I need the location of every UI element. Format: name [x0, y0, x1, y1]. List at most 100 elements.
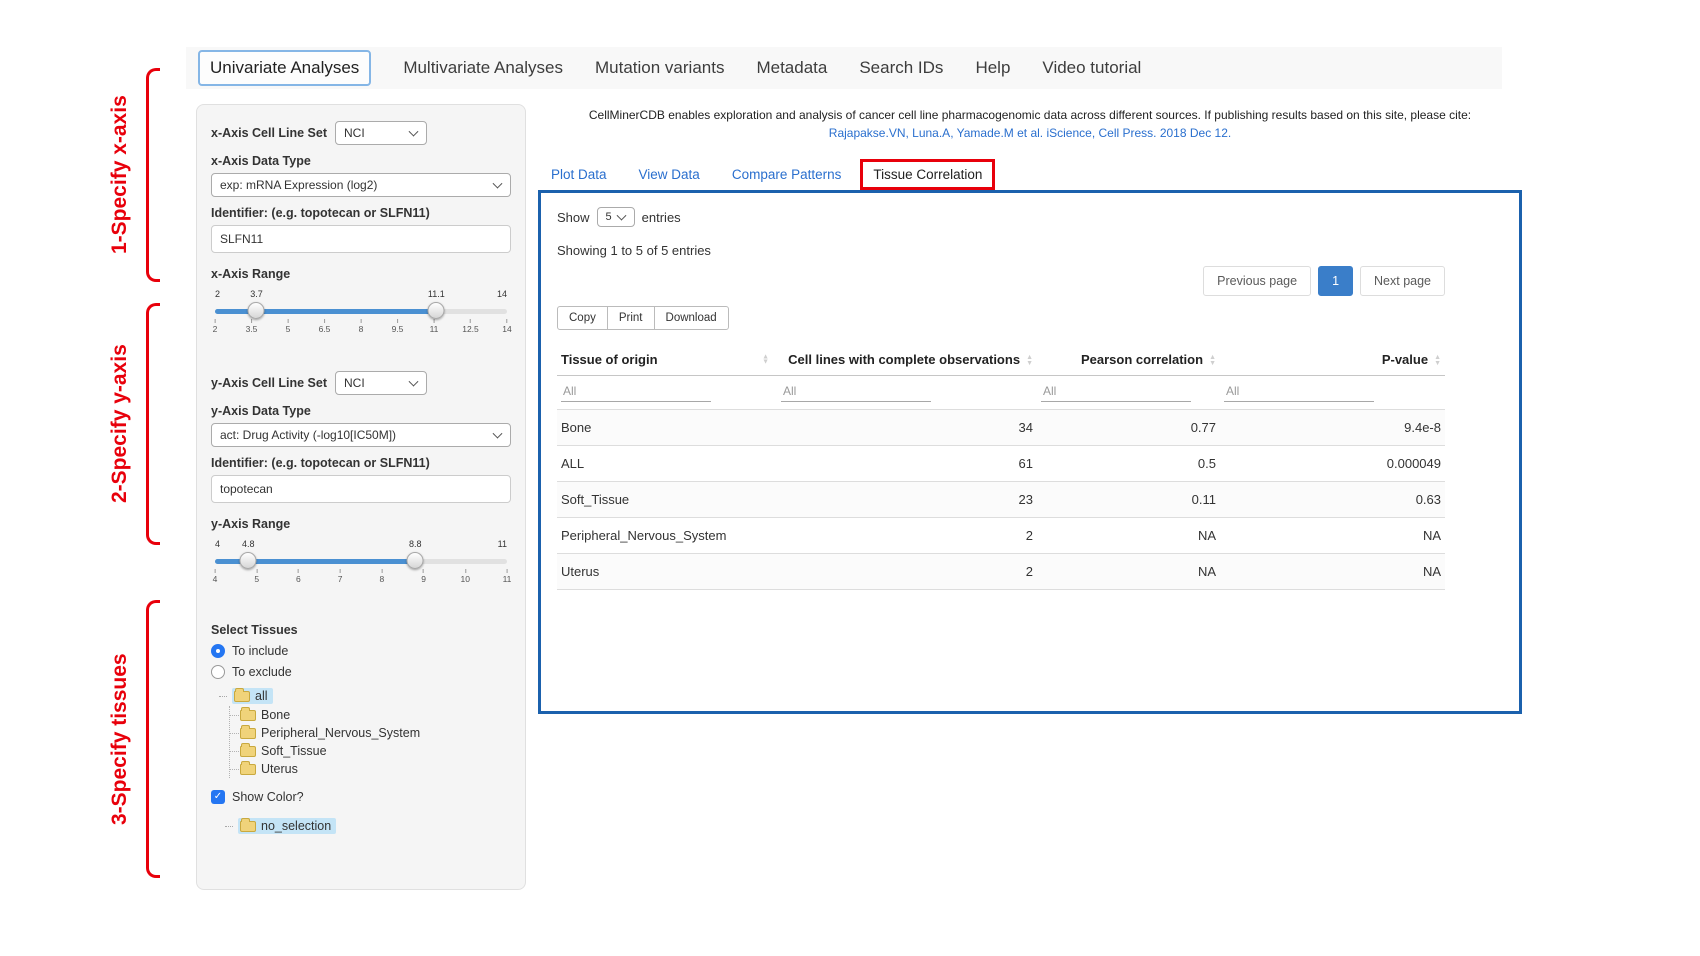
- column-header-label: P-value: [1382, 352, 1428, 367]
- column-header-cell-lines[interactable]: Cell lines with complete observations: [777, 344, 1037, 376]
- cell-cell-lines: 2: [777, 554, 1037, 590]
- show-label: Show: [557, 210, 590, 225]
- x-axis-data-type-select[interactable]: exp: mRNA Expression (log2): [211, 173, 511, 197]
- filter-cell-lines-input[interactable]: [781, 381, 931, 402]
- y-slider-handle-low[interactable]: [240, 552, 257, 569]
- control-sidebar: x-Axis Cell Line Set NCI x-Axis Data Typ…: [196, 104, 526, 890]
- filter-tissue-input[interactable]: [561, 381, 711, 402]
- folder-icon: [234, 691, 250, 702]
- page-1-button[interactable]: 1: [1318, 266, 1353, 296]
- export-button-group: Copy Print Download: [557, 306, 729, 330]
- tab-mutation-variants[interactable]: Mutation variants: [595, 58, 724, 78]
- cell-tissue: ALL: [557, 446, 777, 482]
- y-axis-identifier-input[interactable]: [211, 475, 511, 503]
- x-axis-data-type-value: exp: mRNA Expression (log2): [220, 178, 377, 192]
- x-axis-identifier-input[interactable]: [211, 225, 511, 253]
- tree-node-label: Uterus: [261, 762, 298, 776]
- column-header-tissue-of-origin[interactable]: Tissue of origin: [557, 344, 777, 376]
- tab-univariate-analyses[interactable]: Univariate Analyses: [198, 50, 371, 86]
- exclude-radio[interactable]: To exclude: [211, 665, 511, 679]
- tree-node-uterus[interactable]: Uterus: [240, 760, 511, 778]
- y-slider-min-label: 4: [215, 539, 220, 549]
- tab-help[interactable]: Help: [975, 58, 1010, 78]
- subtab-view-data[interactable]: View Data: [626, 159, 713, 190]
- cell-cell-lines: 23: [777, 482, 1037, 518]
- y-slider-handle-high[interactable]: [407, 552, 424, 569]
- cell-pearson: 0.11: [1037, 482, 1220, 518]
- download-button[interactable]: Download: [654, 306, 729, 330]
- annotation-bracket-2: [146, 303, 160, 545]
- citation-link[interactable]: Rajapakse.VN, Luna.A, Yamade.M et al. iS…: [829, 124, 1231, 142]
- print-button[interactable]: Print: [607, 306, 655, 330]
- tree-node-bone[interactable]: Bone: [240, 706, 511, 724]
- y-axis-data-type-value: act: Drug Activity (-log10[IC50M]): [220, 428, 396, 442]
- page-size-select[interactable]: 5: [597, 207, 635, 227]
- table-row[interactable]: ALL 61 0.5 0.000049: [557, 446, 1445, 482]
- x-slider-handle-low[interactable]: [248, 302, 265, 319]
- slider-ticks: 2 3.5 5 6.5 8 9.5 11 12.5 14: [215, 319, 507, 337]
- tree-node-peripheral-nervous-system[interactable]: Peripheral_Nervous_System: [240, 724, 511, 742]
- tree-node-no-selection[interactable]: no_selection: [225, 816, 511, 836]
- select-tissues-label: Select Tissues: [211, 623, 511, 637]
- tissue-correlation-panel: Show 5 entries Showing 1 to 5 of 5 entri…: [538, 190, 1522, 714]
- cell-pearson: NA: [1037, 518, 1220, 554]
- show-color-checkbox[interactable]: Show Color?: [211, 790, 511, 804]
- x-axis-range-label: x-Axis Range: [211, 267, 511, 281]
- tab-search-ids[interactable]: Search IDs: [859, 58, 943, 78]
- x-axis-cell-line-set-select[interactable]: NCI: [335, 121, 427, 145]
- checkbox-checked-icon: [211, 790, 225, 804]
- column-header-pearson-correlation[interactable]: Pearson correlation: [1037, 344, 1220, 376]
- tree-node-all[interactable]: all: [219, 686, 511, 706]
- page-size-value: 5: [606, 211, 612, 223]
- y-axis-cell-line-set-value: NCI: [344, 376, 365, 390]
- table-row[interactable]: Bone 34 0.77 9.4e-8: [557, 410, 1445, 446]
- tab-metadata[interactable]: Metadata: [756, 58, 827, 78]
- y-axis-cell-line-set-label: y-Axis Cell Line Set: [211, 376, 327, 390]
- table-row[interactable]: Soft_Tissue 23 0.11 0.63: [557, 482, 1445, 518]
- previous-page-button[interactable]: Previous page: [1203, 266, 1311, 296]
- table-row[interactable]: Uterus 2 NA NA: [557, 554, 1445, 590]
- x-slider-handle-high[interactable]: [428, 302, 445, 319]
- pagination: Previous page 1 Next page: [557, 266, 1445, 296]
- filter-p-value-input[interactable]: [1224, 381, 1374, 402]
- cell-cell-lines: 61: [777, 446, 1037, 482]
- cell-tissue: Bone: [557, 410, 777, 446]
- subtab-plot-data[interactable]: Plot Data: [538, 159, 620, 190]
- tab-multivariate-analyses[interactable]: Multivariate Analyses: [403, 58, 563, 78]
- y-axis-data-type-select[interactable]: act: Drug Activity (-log10[IC50M]): [211, 423, 511, 447]
- exclude-radio-label: To exclude: [232, 665, 292, 679]
- x-slider-to-label: 11.1: [428, 289, 445, 299]
- page-length-control: Show 5 entries: [557, 207, 1445, 227]
- column-header-p-value[interactable]: P-value: [1220, 344, 1445, 376]
- annotation-step2: 2-Specify y-axis: [100, 303, 140, 545]
- tab-video-tutorial[interactable]: Video tutorial: [1042, 58, 1141, 78]
- table-row[interactable]: Peripheral_Nervous_System 2 NA NA: [557, 518, 1445, 554]
- cell-p-value: 9.4e-8: [1220, 410, 1445, 446]
- include-radio[interactable]: To include: [211, 644, 511, 658]
- y-slider-to-label: 8.8: [409, 539, 422, 549]
- y-slider-max-label: 11: [498, 539, 507, 549]
- column-header-label: Pearson correlation: [1081, 352, 1203, 367]
- y-slider-from-label: 4.8: [242, 539, 255, 549]
- tree-node-soft-tissue[interactable]: Soft_Tissue: [240, 742, 511, 760]
- copy-button[interactable]: Copy: [557, 306, 608, 330]
- cell-pearson: 0.5: [1037, 446, 1220, 482]
- x-axis-identifier-label: Identifier: (e.g. topotecan or SLFN11): [211, 206, 511, 220]
- folder-icon: [240, 710, 256, 721]
- folder-icon: [240, 821, 256, 832]
- subtab-compare-patterns[interactable]: Compare Patterns: [719, 159, 855, 190]
- cell-tissue: Soft_Tissue: [557, 482, 777, 518]
- y-axis-range-slider[interactable]: 4 4.8 8.8 11 4 5 6 7 8 9 10 11: [215, 547, 507, 581]
- annotation-step3: 3-Specify tissues: [100, 600, 140, 878]
- sort-icon: [1209, 355, 1216, 366]
- x-axis-range-slider[interactable]: 2 3.7 11.1 14 2 3.5 5 6.5 8 9.5 11 12.5 …: [215, 297, 507, 331]
- cell-p-value: NA: [1220, 518, 1445, 554]
- analysis-subtabs: Plot Data View Data Compare Patterns Tis…: [538, 154, 1522, 190]
- folder-icon: [240, 728, 256, 739]
- x-axis-cell-line-set-label: x-Axis Cell Line Set: [211, 126, 327, 140]
- subtab-tissue-correlation[interactable]: Tissue Correlation: [860, 159, 995, 190]
- next-page-button[interactable]: Next page: [1360, 266, 1445, 296]
- filter-pearson-input[interactable]: [1041, 381, 1191, 402]
- y-axis-cell-line-set-select[interactable]: NCI: [335, 371, 427, 395]
- tissue-tree: all Bone Peripheral_Nervous_System Soft_…: [219, 686, 511, 778]
